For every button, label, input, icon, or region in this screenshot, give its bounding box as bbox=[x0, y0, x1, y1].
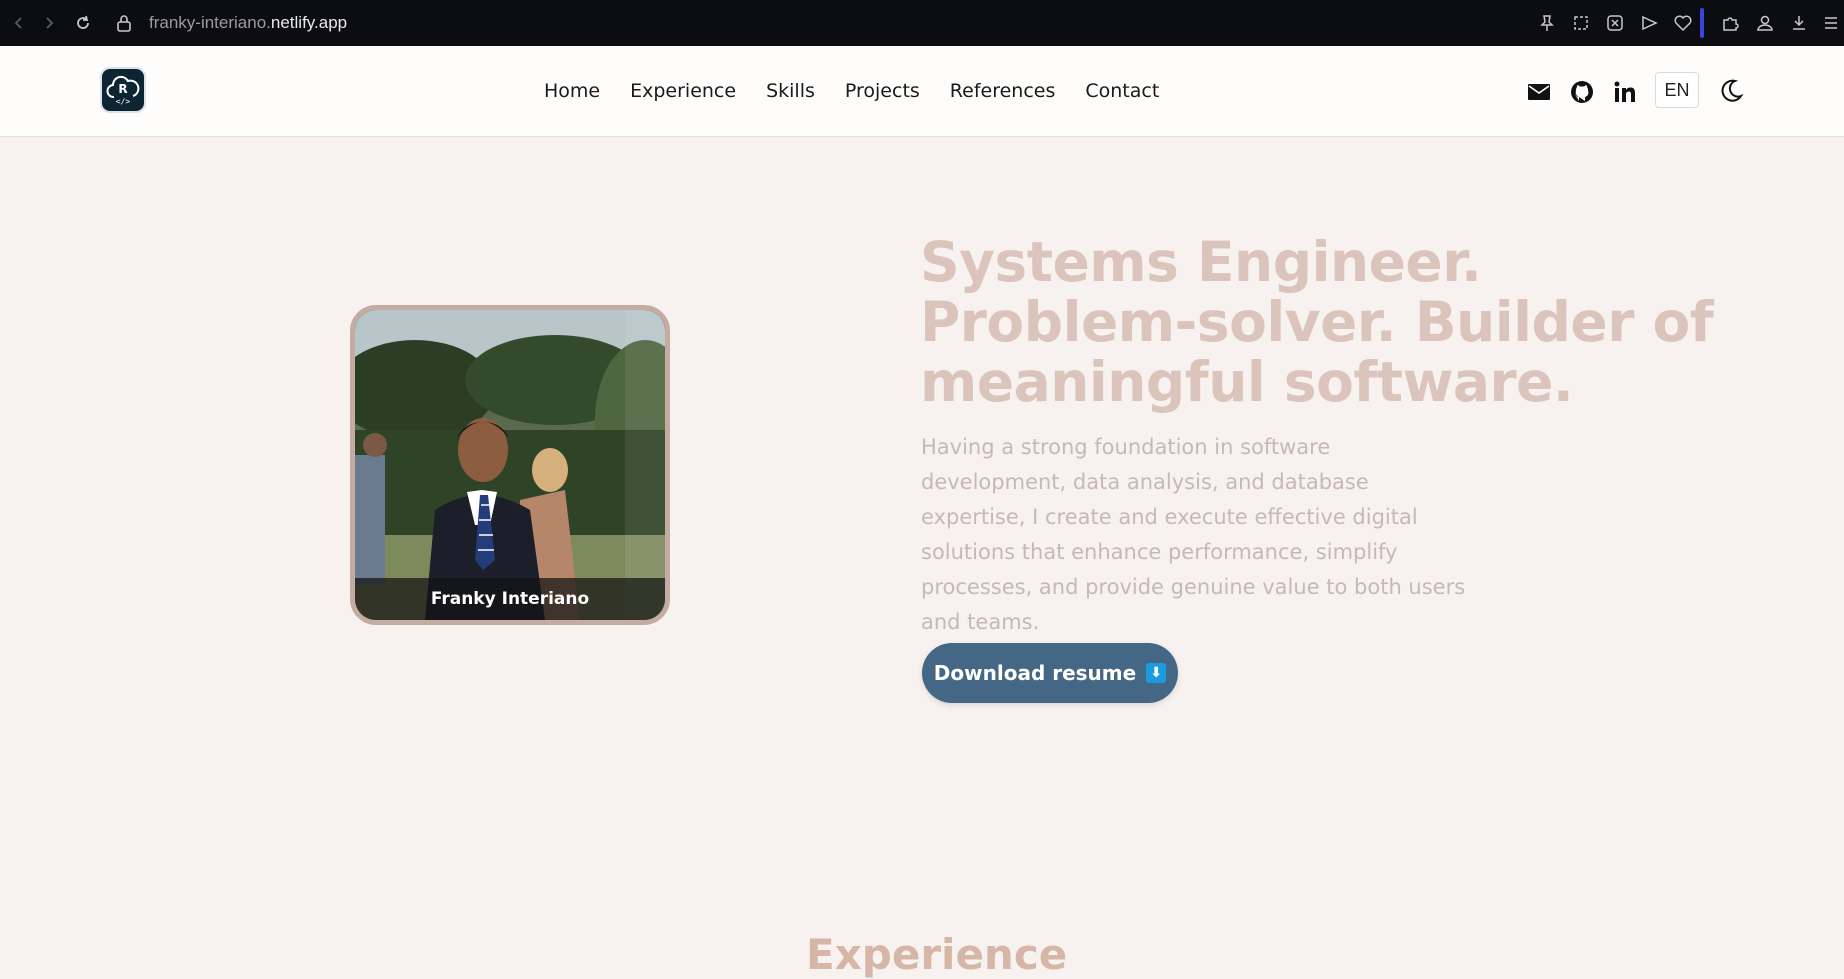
profile-photo-image bbox=[355, 310, 665, 620]
hero-title: Systems Engineer. Problem-solver. Builde… bbox=[920, 230, 1714, 414]
profile-photo: Franky Interiano bbox=[350, 305, 670, 625]
photo-caption: Franky Interiano bbox=[355, 578, 665, 620]
linkedin-icon[interactable] bbox=[1612, 79, 1638, 105]
reload-icon[interactable] bbox=[72, 12, 94, 34]
hero-description: Having a strong foundation in software d… bbox=[921, 435, 1466, 634]
site-header: R </> Home Experience Skills Projects Re… bbox=[0, 46, 1844, 137]
menu-icon[interactable] bbox=[1820, 12, 1842, 34]
download-resume-button[interactable]: Download resume ⬇ bbox=[922, 643, 1178, 703]
cloud-code-icon: R </> bbox=[106, 75, 140, 106]
download-icon[interactable] bbox=[1788, 12, 1810, 34]
profile-icon[interactable] bbox=[1754, 12, 1776, 34]
block-icon[interactable] bbox=[1604, 12, 1626, 34]
experience-section-title: Experience bbox=[806, 930, 1068, 979]
sidebar-indicator bbox=[1700, 8, 1704, 38]
svg-text:</>: </> bbox=[116, 97, 131, 106]
heart-icon[interactable] bbox=[1672, 12, 1694, 34]
github-icon[interactable] bbox=[1569, 79, 1595, 105]
nav-references[interactable]: References bbox=[950, 80, 1056, 102]
language-toggle[interactable]: EN bbox=[1655, 72, 1699, 108]
extensions-icon[interactable] bbox=[1720, 12, 1742, 34]
pin-icon[interactable] bbox=[1536, 12, 1558, 34]
main-nav: Home Experience Skills Projects Referenc… bbox=[544, 46, 1189, 136]
svg-text:R: R bbox=[118, 82, 127, 96]
email-icon[interactable] bbox=[1526, 79, 1552, 105]
send-icon[interactable] bbox=[1638, 12, 1660, 34]
nav-contact[interactable]: Contact bbox=[1085, 80, 1159, 102]
logo[interactable]: R </> bbox=[102, 69, 144, 111]
nav-projects[interactable]: Projects bbox=[845, 80, 920, 102]
moon-icon[interactable] bbox=[1716, 76, 1746, 106]
browser-toolbar: franky-interiano.netlify.app bbox=[0, 0, 1844, 46]
back-icon[interactable] bbox=[8, 12, 30, 34]
lock-icon[interactable] bbox=[113, 12, 135, 34]
url-prefix: franky-interiano. bbox=[149, 13, 271, 32]
address-bar[interactable]: franky-interiano.netlify.app bbox=[149, 13, 347, 33]
down-arrow-icon: ⬇ bbox=[1146, 663, 1167, 683]
nav-skills[interactable]: Skills bbox=[766, 80, 815, 102]
url-domain: netlify.app bbox=[270, 13, 348, 32]
nav-experience[interactable]: Experience bbox=[630, 80, 736, 102]
screenshot-icon[interactable] bbox=[1570, 12, 1592, 34]
forward-icon[interactable] bbox=[38, 12, 60, 34]
download-resume-label: Download resume bbox=[933, 661, 1137, 685]
nav-home[interactable]: Home bbox=[544, 80, 600, 102]
